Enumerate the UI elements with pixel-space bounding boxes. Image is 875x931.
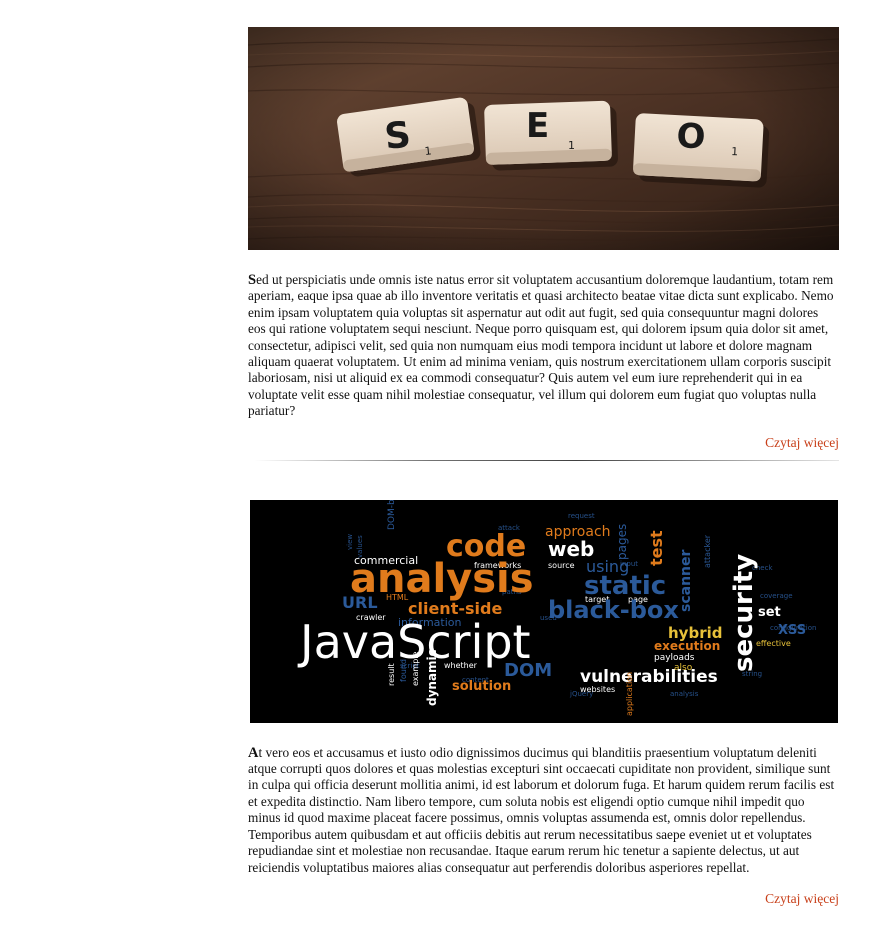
post-seo: S 1 E 1 O 1 [248, 27, 839, 461]
wc-dynamic: dynamic [425, 649, 439, 706]
javascript-wordcloud-image: view values attack request input check c… [250, 499, 838, 723]
post-excerpt-text: t vero eos et accusamus et iusto odio di… [248, 744, 835, 875]
wc-dom: DOM [504, 660, 552, 681]
wc-found: found [399, 659, 408, 682]
post-javascript: view values attack request input check c… [248, 499, 839, 908]
wc-whether: whether [444, 661, 478, 670]
wc-source: source [548, 561, 575, 570]
wc-example: example [411, 651, 420, 686]
drop-cap: S [248, 272, 257, 288]
wc-payloads: payloads [654, 653, 695, 663]
read-more-link[interactable]: Czytaj więcej [765, 435, 839, 450]
wc-execution: execution [654, 639, 720, 653]
wc-scanner: scanner [678, 549, 694, 612]
wc-security: security [729, 553, 759, 671]
read-more-row: Czytaj więcej [248, 434, 839, 452]
post-excerpt: Sed ut perspiciatis unde omnis iste natu… [248, 272, 839, 420]
read-more-row: Czytaj więcej [248, 890, 839, 908]
post-excerpt-text: ed ut perspiciatis unde omnis iste natus… [248, 272, 834, 419]
wc-attacker: attacker [703, 534, 712, 568]
drop-cap: A [248, 744, 259, 761]
wc-black-box: black-box [548, 596, 679, 624]
post-excerpt: At vero eos et accusamus et iusto odio d… [248, 745, 839, 876]
seo-tiles-image: S 1 E 1 O 1 [248, 27, 839, 250]
svg-text:coverage: coverage [760, 592, 793, 600]
wc-set: set [758, 605, 781, 620]
wc-websites: websites [580, 685, 615, 694]
svg-text:analysis: analysis [670, 690, 699, 698]
wc-pages: pages [615, 523, 629, 559]
post-divider [254, 459, 839, 461]
wc-solution: solution [452, 679, 511, 694]
wc-dom-based: DOM-based [387, 500, 397, 530]
wc-html: HTML [386, 593, 409, 602]
svg-text:request: request [568, 512, 595, 520]
read-more-link[interactable]: Czytaj więcej [765, 891, 839, 906]
wc-effective: effective [756, 639, 791, 648]
wc-vulnerabilities: vulnerabilities [580, 667, 718, 687]
wc-url: URL [342, 593, 378, 612]
post-image-javascript[interactable]: view values attack request input check c… [250, 499, 838, 723]
wc-xss: XSS [778, 623, 806, 638]
wc-application: application [625, 672, 634, 716]
wc-result: result [387, 663, 396, 686]
wc-analysis: analysis [350, 556, 534, 602]
wc-test: test [647, 530, 666, 566]
post-image-seo[interactable]: S 1 E 1 O 1 [248, 27, 839, 250]
svg-text:view: view [346, 533, 354, 549]
post-list: S 1 E 1 O 1 [248, 27, 839, 908]
